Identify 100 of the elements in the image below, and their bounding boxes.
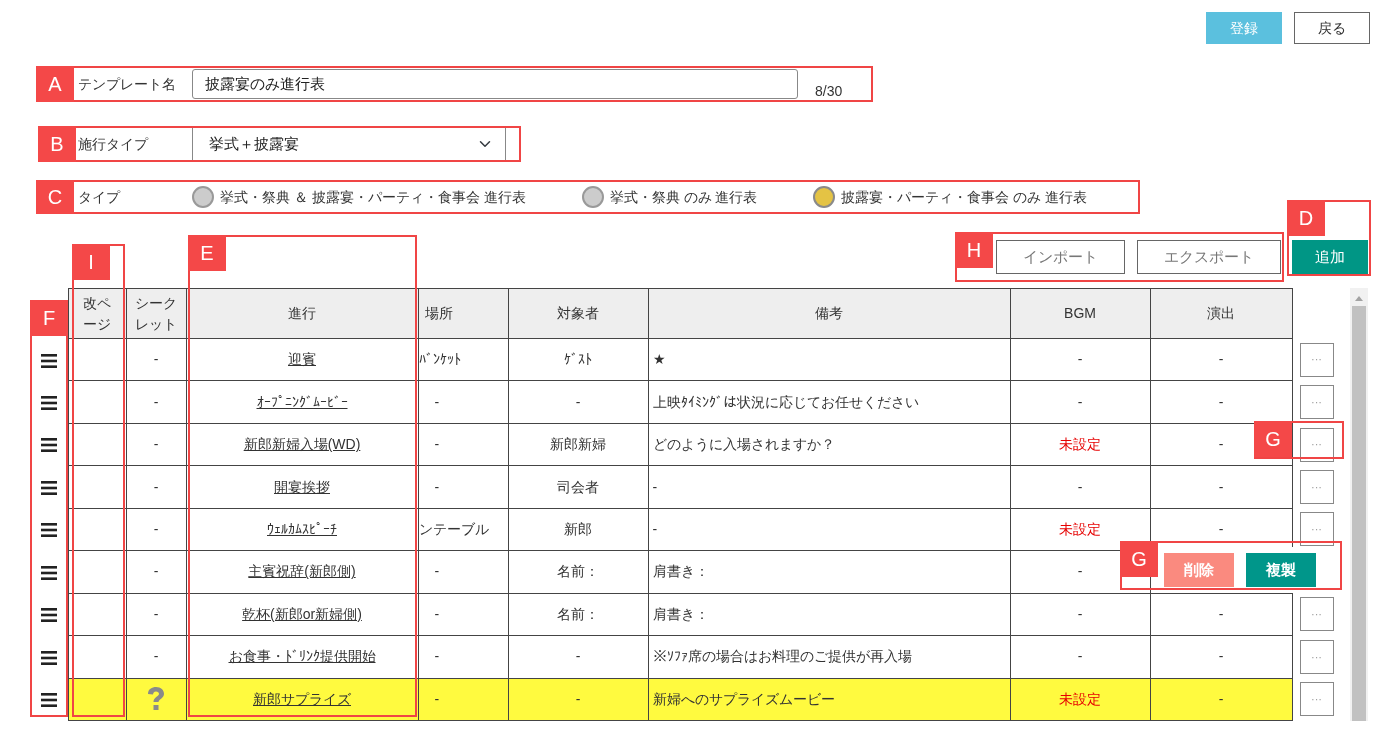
table-cell: - (648, 508, 1010, 551)
drag-handle-icon[interactable] (40, 650, 57, 665)
table-cell (68, 380, 126, 424)
table-cell: - (508, 635, 648, 678)
table-cell: - (126, 635, 186, 678)
table-cell: - (126, 465, 186, 509)
table-cell: 新婦へのサプライズムービー (648, 678, 1010, 721)
table-cell: - (648, 465, 1010, 509)
column-header: BGM (1010, 288, 1150, 339)
drag-handle-icon[interactable] (40, 608, 57, 623)
more-button[interactable]: ··· (1299, 639, 1334, 674)
table-cell: - (1150, 338, 1292, 381)
field-label: 施行タイプ (78, 134, 150, 154)
table-cell: ﾊﾞﾝｹｯﾄ (418, 338, 508, 381)
more-button[interactable]: ··· (1299, 342, 1334, 377)
radio-label: 挙式・祭典 のみ 進行表 (609, 187, 758, 207)
table-cell: - (126, 423, 186, 466)
table-cell (68, 465, 126, 509)
callout-letter: E (188, 235, 226, 271)
progress-link[interactable]: 迎賓 (288, 351, 316, 368)
table-cell: 未設定 (1010, 423, 1150, 466)
drag-handle-icon[interactable] (40, 480, 57, 495)
add-button[interactable]: 追加 (1292, 240, 1368, 274)
radio-button[interactable] (581, 186, 604, 208)
progress-link[interactable]: 主賓祝辞(新郎側) (248, 563, 356, 580)
table-cell: 上映ﾀｲﾐﾝｸﾞは状況に応じてお任せください (648, 380, 1010, 424)
table-cell: ンテーブル (418, 508, 508, 551)
table-cell: ※ｿﾌｧ席の場合はお料理のご提供が再入場 (648, 635, 1010, 678)
scrollbar[interactable] (1350, 288, 1368, 721)
column-header: 改ページ (83, 293, 111, 334)
table-cell: - (126, 380, 186, 424)
column-header: 対象者 (508, 288, 648, 339)
column-header: 演出 (1150, 288, 1292, 339)
progress-link[interactable]: ｳｪﾙｶﾑｽﾋﾟｰﾁ (267, 520, 337, 537)
table-cell: 肩書き： (648, 593, 1010, 636)
table-cell: どのように入場されますか？ (648, 423, 1010, 466)
callout-letter: I (72, 244, 110, 280)
table-cell: - (1150, 635, 1292, 678)
table-cell: - (418, 550, 508, 594)
table-cell: - (1010, 338, 1150, 381)
import-button[interactable]: インポート (996, 240, 1125, 274)
callout-letter: G (1254, 421, 1292, 457)
callout-letter: A (36, 66, 74, 102)
back-button[interactable]: 戻る (1294, 12, 1370, 44)
table-cell (68, 635, 126, 678)
table-cell: - (508, 678, 648, 721)
field-label: タイプ (78, 187, 122, 207)
ceremony-type-select[interactable]: 挙式＋披露宴 (192, 127, 506, 161)
table-cell: - (418, 465, 508, 509)
progress-link[interactable]: 開宴挨拶 (274, 478, 330, 495)
more-button[interactable]: ··· (1299, 385, 1334, 420)
table-cell: 新郎新婦 (508, 423, 648, 466)
table-cell: - (126, 550, 186, 594)
table-cell: - (418, 380, 508, 424)
export-button[interactable]: エクスポート (1137, 240, 1281, 274)
table-cell (68, 593, 126, 636)
progress-link[interactable]: ｵｰﾌﾟﾆﾝｸﾞﾑｰﾋﾞｰ (256, 393, 348, 410)
table-cell: - (1010, 635, 1150, 678)
table-cell: - (1010, 380, 1150, 424)
callout-letter: H (955, 232, 993, 268)
duplicate-button[interactable]: 複製 (1245, 552, 1316, 587)
callout-letter: F (30, 300, 68, 336)
drag-handle-icon[interactable] (40, 353, 57, 368)
table-cell: - (418, 593, 508, 636)
table-cell: - (1150, 465, 1292, 509)
column-header: 備考 (648, 288, 1010, 339)
radio-button[interactable] (813, 186, 836, 208)
more-button[interactable]: ··· (1299, 682, 1334, 717)
more-button[interactable]: ··· (1299, 470, 1334, 505)
table-cell: - (126, 508, 186, 551)
table-cell (68, 550, 126, 594)
table-cell: 未設定 (1010, 678, 1150, 721)
table-cell (68, 508, 126, 551)
drag-handle-icon[interactable] (40, 565, 57, 580)
drag-handle-icon[interactable] (40, 438, 57, 453)
template-name-field[interactable]: 披露宴のみ進行表 (192, 69, 798, 99)
field-label: テンプレート名 (78, 74, 177, 94)
more-button[interactable]: ··· (1299, 597, 1334, 632)
callout-letter: G (1120, 541, 1158, 577)
callout-letter: D (1287, 200, 1325, 236)
table-cell: - (126, 338, 186, 381)
table-cell: - (1150, 593, 1292, 636)
table-cell: - (418, 423, 508, 466)
table-cell: - (126, 593, 186, 636)
drag-handle-icon[interactable] (40, 395, 57, 410)
table-cell: 新郎 (508, 508, 648, 551)
more-button[interactable]: ··· (1299, 427, 1334, 462)
more-button[interactable]: ··· (1299, 512, 1334, 547)
callout-letter: B (38, 126, 76, 162)
table-cell: 肩書き： (648, 550, 1010, 594)
drag-handle-icon[interactable] (40, 693, 57, 708)
progress-link[interactable]: 新郎サプライズ (253, 690, 351, 707)
drag-handle-icon[interactable] (40, 523, 57, 538)
question-icon (146, 687, 166, 712)
table-cell: ｹﾞｽﾄ (508, 338, 648, 381)
table-cell: - (1150, 678, 1292, 721)
radio-button[interactable] (192, 186, 214, 208)
table-cell: ★ (648, 338, 1010, 381)
radio-label: 披露宴・パーティ・食事会 のみ 進行表 (841, 187, 1088, 207)
scrollbar-thumb[interactable] (1352, 306, 1366, 721)
